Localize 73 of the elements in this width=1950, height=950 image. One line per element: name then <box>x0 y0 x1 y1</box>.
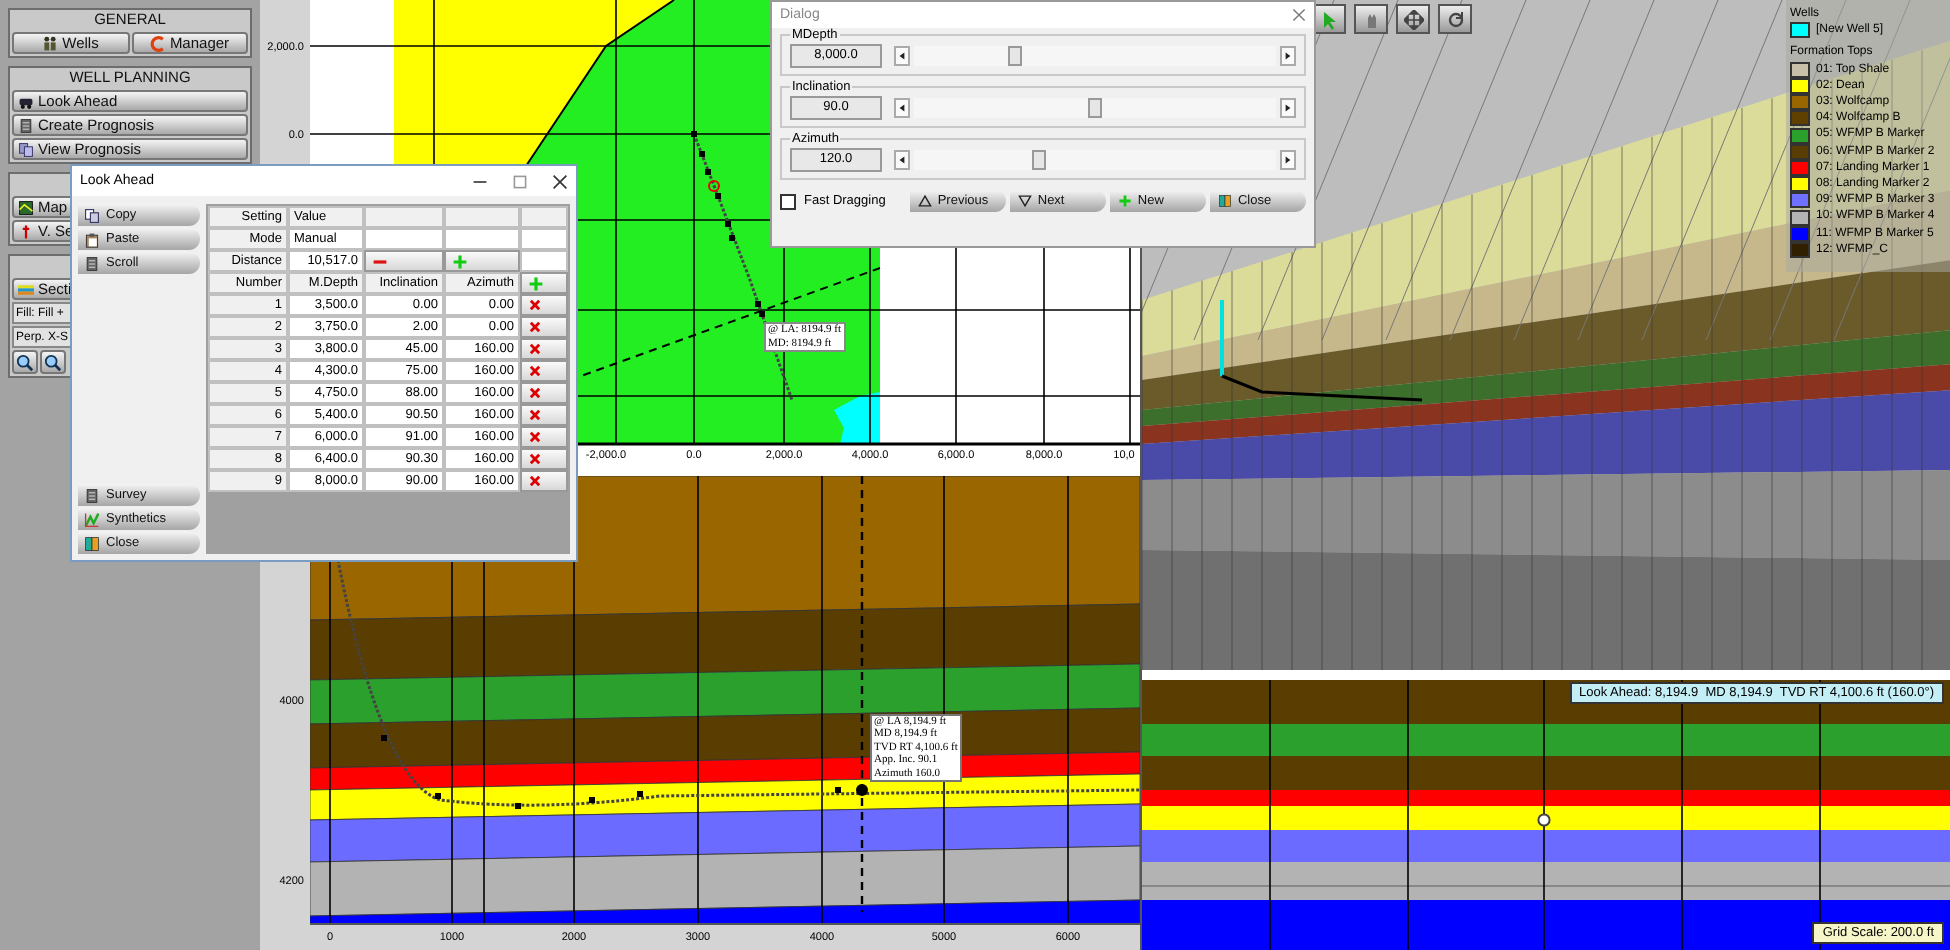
delete-button[interactable] <box>520 470 568 492</box>
document-icon <box>84 487 100 503</box>
move-button[interactable] <box>1396 4 1430 34</box>
left-arrow-icon <box>896 154 908 166</box>
cross-icon <box>528 452 542 466</box>
cross-icon <box>528 386 542 400</box>
delete-button[interactable] <box>520 360 568 382</box>
slider-thumb[interactable] <box>1088 98 1102 118</box>
document-icon <box>18 117 34 133</box>
maximize-icon <box>512 173 528 189</box>
checkbox[interactable] <box>780 193 796 209</box>
right-arrow-icon <box>1282 102 1294 114</box>
slider-thumb[interactable] <box>1032 150 1047 170</box>
scroll-right-button[interactable] <box>1280 150 1296 170</box>
cross-icon <box>528 474 542 488</box>
close-icon <box>1292 8 1306 22</box>
scroll-right-button[interactable] <box>1280 98 1296 118</box>
scroll-left-button[interactable] <box>894 46 910 66</box>
cross-icon <box>528 342 542 356</box>
clipboard-icon <box>84 231 100 247</box>
scroll-left-button[interactable] <box>894 150 910 170</box>
left-arrow-icon <box>896 50 908 62</box>
cross-icon <box>528 320 542 334</box>
hand-button[interactable] <box>1354 4 1388 34</box>
add-button[interactable] <box>520 272 568 294</box>
slider-thumb[interactable] <box>1007 46 1022 66</box>
plus-icon <box>528 275 544 291</box>
layers-icon <box>18 281 34 297</box>
remove-button[interactable] <box>364 250 444 272</box>
cursor-icon <box>1319 9 1339 29</box>
slider-track[interactable] <box>914 150 1276 170</box>
move-icon <box>1403 9 1423 29</box>
slider-track[interactable] <box>914 46 1276 66</box>
rotate-button[interactable] <box>1438 4 1472 34</box>
zoom-in-button[interactable] <box>12 350 38 374</box>
zoom-out-button[interactable] <box>40 350 66 374</box>
delete-button[interactable] <box>520 404 568 426</box>
rotate-icon <box>1445 9 1465 29</box>
plus-icon <box>452 253 468 269</box>
delete-button[interactable] <box>520 338 568 360</box>
magnifier-icon <box>16 353 34 371</box>
delete-button[interactable] <box>520 294 568 316</box>
add-button[interactable] <box>444 250 520 272</box>
people-icon <box>42 35 59 51</box>
chart-icon <box>84 511 100 527</box>
delete-button[interactable] <box>520 382 568 404</box>
door-icon <box>1217 194 1232 208</box>
scroll-left-button[interactable] <box>894 98 910 118</box>
plus-icon <box>1117 194 1132 208</box>
right-arrow-icon <box>1282 154 1294 166</box>
map-icon <box>18 199 34 215</box>
pin-icon <box>18 223 34 239</box>
close-icon <box>552 173 568 189</box>
cross-icon <box>528 364 542 378</box>
machine-icon <box>18 93 34 109</box>
pages-icon <box>18 141 34 157</box>
document-icon <box>84 255 100 271</box>
copy-icon <box>84 207 100 223</box>
slider-track[interactable] <box>914 98 1276 118</box>
cross-icon <box>528 298 542 312</box>
left-arrow-icon <box>896 102 908 114</box>
delete-button[interactable] <box>520 448 568 470</box>
delete-button[interactable] <box>520 316 568 338</box>
scroll-right-button[interactable] <box>1280 46 1296 66</box>
cross-icon <box>528 408 542 422</box>
arc-icon <box>149 35 166 51</box>
triangle-down-icon <box>1017 194 1032 208</box>
delete-button[interactable] <box>520 426 568 448</box>
door-icon <box>84 535 100 551</box>
triangle-up-icon <box>917 194 932 208</box>
right-arrow-icon <box>1282 50 1294 62</box>
cross-icon <box>528 430 542 444</box>
magnifier-icon <box>44 353 62 371</box>
